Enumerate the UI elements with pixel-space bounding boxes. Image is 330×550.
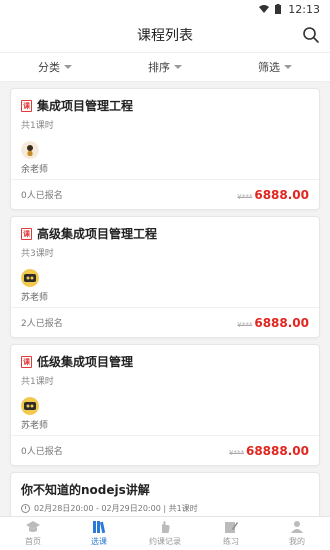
filter-sort[interactable]: 排序 — [110, 53, 220, 81]
books-icon — [93, 521, 106, 534]
tab-courses[interactable]: 选课 — [66, 517, 132, 550]
clock-icon — [21, 504, 30, 513]
teacher-avatar — [21, 141, 39, 159]
filter-screen-label: 筛选 — [258, 61, 280, 74]
current-price: 6888.00 — [254, 315, 309, 330]
page-header: 课程列表 — [0, 18, 330, 52]
course-card[interactable]: 课 集成项目管理工程 共1课时 余老师 0人已报名 ¥*** 6888.00 — [10, 88, 320, 210]
enrolled-count: 2人已报名 — [21, 319, 63, 329]
filter-sort-label: 排序 — [148, 61, 170, 74]
teacher-name: 余老师 — [21, 165, 49, 175]
price: ¥*** 6888.00 — [237, 188, 309, 202]
course-title: 集成项目管理工程 — [37, 99, 134, 113]
caret-down-icon — [64, 65, 72, 69]
tab-bookings[interactable]: 约课记录 — [132, 517, 198, 550]
price: ¥*** 68888.00 — [229, 444, 309, 458]
tab-home[interactable]: 首页 — [0, 517, 66, 550]
caret-down-icon — [284, 65, 292, 69]
current-price: 6888.00 — [254, 187, 309, 202]
hand-icon — [162, 521, 170, 533]
course-schedule: 02月28日20:00 - 02月29日20:00 | 共1课时 — [34, 504, 198, 513]
filter-screen[interactable]: 筛选 — [220, 53, 330, 81]
course-badge-icon: 课 — [21, 355, 32, 368]
course-title: 低级集成项目管理 — [37, 355, 134, 369]
course-card[interactable]: 课 高级集成项目管理工程 共3课时 苏老师 2人已报名 ¥*** 6888.00 — [10, 216, 320, 338]
page-title: 课程列表 — [137, 28, 193, 44]
course-badge-icon: 课 — [21, 99, 32, 112]
lesson-count: 共1课时 — [21, 121, 54, 131]
caret-down-icon — [174, 65, 182, 69]
tab-practice-label: 练习 — [223, 537, 239, 546]
teacher-avatar — [21, 397, 39, 415]
tab-profile[interactable]: 我的 — [264, 517, 330, 550]
battery-icon — [275, 4, 282, 14]
graduation-cap-icon — [26, 521, 40, 532]
tab-practice[interactable]: 练习 — [198, 517, 264, 550]
filter-category-label: 分类 — [38, 61, 60, 74]
tab-courses-label: 选课 — [91, 537, 107, 546]
current-price: 68888.00 — [245, 443, 309, 458]
teacher-name: 苏老师 — [21, 421, 49, 431]
course-card[interactable]: 课 低级集成项目管理 共1课时 苏老师 0人已报名 ¥*** 68888.00 — [10, 344, 320, 466]
user-icon — [291, 521, 303, 533]
course-list: 课 集成项目管理工程 共1课时 余老师 0人已报名 ¥*** 6888.00 课… — [0, 82, 330, 543]
original-price: ¥*** — [237, 320, 253, 329]
status-bar: 12:13 — [0, 0, 330, 18]
price: ¥*** 6888.00 — [237, 316, 309, 330]
tab-bookings-label: 约课记录 — [149, 537, 181, 546]
enrolled-count: 0人已报名 — [21, 447, 63, 457]
enrolled-count: 0人已报名 — [21, 191, 63, 201]
filter-bar: 分类 排序 筛选 — [0, 52, 330, 82]
course-badge-icon: 课 — [21, 227, 32, 240]
wifi-icon — [259, 5, 270, 13]
status-time: 12:13 — [288, 2, 320, 16]
course-title: 你不知道的nodejs讲解 — [21, 483, 150, 497]
tab-home-label: 首页 — [25, 537, 41, 546]
lesson-count: 共1课时 — [21, 377, 54, 387]
edit-icon — [225, 522, 238, 533]
bottom-tab-bar: 首页 选课 约课记录 练习 我的 — [0, 516, 330, 550]
filter-category[interactable]: 分类 — [0, 53, 110, 81]
search-icon[interactable] — [302, 26, 320, 44]
lesson-count: 共3课时 — [21, 249, 54, 259]
course-title: 高级集成项目管理工程 — [37, 227, 158, 241]
original-price: ¥*** — [237, 192, 253, 201]
original-price: ¥*** — [229, 448, 244, 457]
tab-profile-label: 我的 — [289, 537, 305, 546]
teacher-name: 苏老师 — [21, 293, 49, 303]
teacher-avatar — [21, 269, 39, 287]
